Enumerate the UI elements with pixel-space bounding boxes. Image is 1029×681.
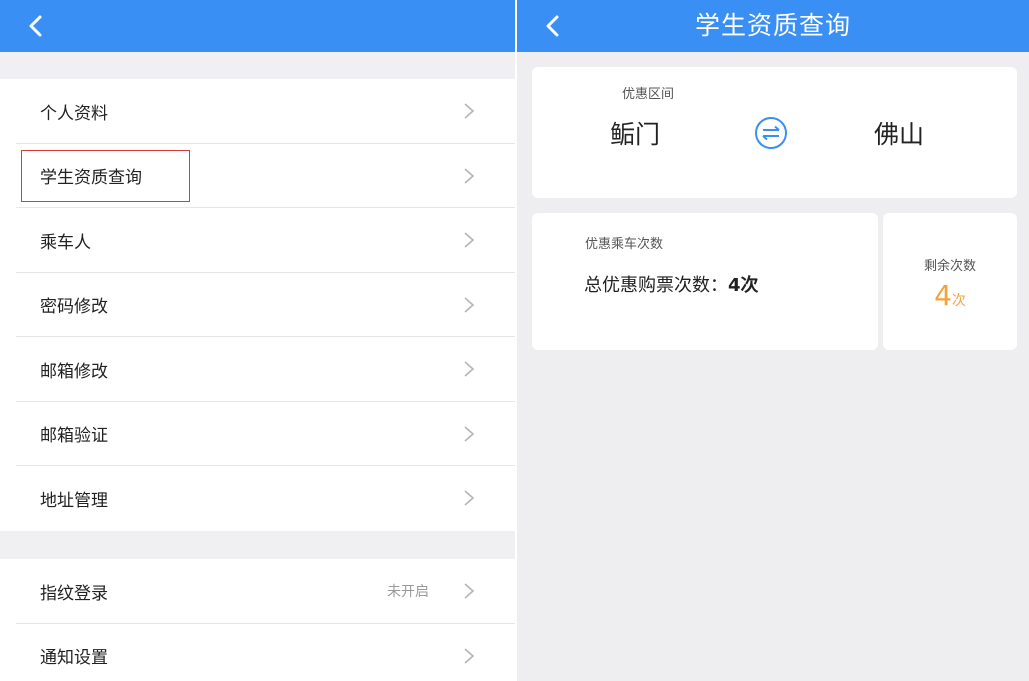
settings-item-notifications[interactable]: 通知设置 (0, 624, 515, 681)
remaining-count: 4次 (883, 279, 1017, 312)
student-qualification-screen: 学生资质查询 优惠区间 鲘门 佛山 优惠乘车次数 总优惠购票次数：4次 剩余次数… (517, 0, 1029, 681)
swap-icon[interactable] (754, 116, 788, 150)
total-discount-purchases: 总优惠购票次数：4次 (584, 271, 759, 297)
left-back-button[interactable] (22, 10, 52, 42)
settings-item-profile[interactable]: 个人资料 (0, 79, 515, 144)
chevron-right-icon (464, 583, 475, 599)
settings-item-change-email[interactable]: 邮箱修改 (0, 337, 515, 402)
chevron-right-icon (464, 490, 475, 506)
left-nav-bar (0, 0, 515, 52)
settings-item-label: 指纹登录 (40, 583, 108, 604)
chevron-right-icon (464, 426, 475, 442)
page-title: 学生资质查询 (694, 11, 851, 40)
settings-item-change-password[interactable]: 密码修改 (0, 273, 515, 337)
settings-item-label: 邮箱验证 (40, 426, 108, 447)
remaining-count-card: 剩余次数 4次 (883, 213, 1017, 350)
remaining-value: 4 (934, 279, 952, 312)
settings-item-label: 乘车人 (40, 232, 91, 253)
discount-route-card: 优惠区间 鲘门 佛山 (532, 67, 1017, 198)
chevron-right-icon (464, 648, 475, 664)
discount-rides-card: 优惠乘车次数 总优惠购票次数：4次 (532, 213, 878, 350)
route-to-station: 佛山 (874, 120, 925, 149)
settings-item-passengers[interactable]: 乘车人 (0, 208, 515, 273)
right-nav-bar: 学生资质查询 (517, 0, 1029, 52)
settings-item-label: 个人资料 (40, 103, 108, 124)
remaining-label: 剩余次数 (923, 259, 976, 274)
chevron-right-icon (464, 232, 475, 248)
total-value: 4次 (728, 275, 759, 296)
settings-item-label: 通知设置 (40, 648, 108, 669)
route-from-station: 鲘门 (610, 120, 661, 149)
settings-item-fingerprint-login[interactable]: 指纹登录 未开启 (0, 559, 515, 624)
chevron-right-icon (464, 361, 475, 377)
remaining-unit: 次 (951, 293, 966, 309)
settings-item-label: 地址管理 (40, 490, 108, 511)
chevron-right-icon (464, 297, 475, 313)
settings-item-label: 密码修改 (40, 297, 108, 318)
settings-item-student-qualification[interactable]: 学生资质查询 (0, 144, 515, 208)
settings-item-label: 邮箱修改 (40, 361, 108, 382)
settings-item-address-management[interactable]: 地址管理 (0, 466, 515, 531)
settings-item-verify-email[interactable]: 邮箱验证 (0, 402, 515, 466)
rides-section-label: 优惠乘车次数 (585, 237, 664, 252)
settings-group-security: 指纹登录 未开启 通知设置 (0, 559, 515, 681)
profile-settings-screen: 个人资料 学生资质查询 乘车人 密码修改 邮箱修改 邮箱验证 地址管理 指纹登录… (0, 0, 515, 681)
chevron-left-icon (29, 15, 42, 37)
total-label: 总优惠购票次数： (584, 275, 728, 296)
settings-group-account: 个人资料 学生资质查询 乘车人 密码修改 邮箱修改 邮箱验证 地址管理 (0, 79, 515, 531)
chevron-right-icon (464, 103, 475, 119)
fingerprint-status-text: 未开启 (387, 584, 429, 601)
settings-item-label: 学生资质查询 (40, 168, 142, 189)
chevron-right-icon (464, 168, 475, 184)
route-section-label: 优惠区间 (622, 87, 675, 102)
